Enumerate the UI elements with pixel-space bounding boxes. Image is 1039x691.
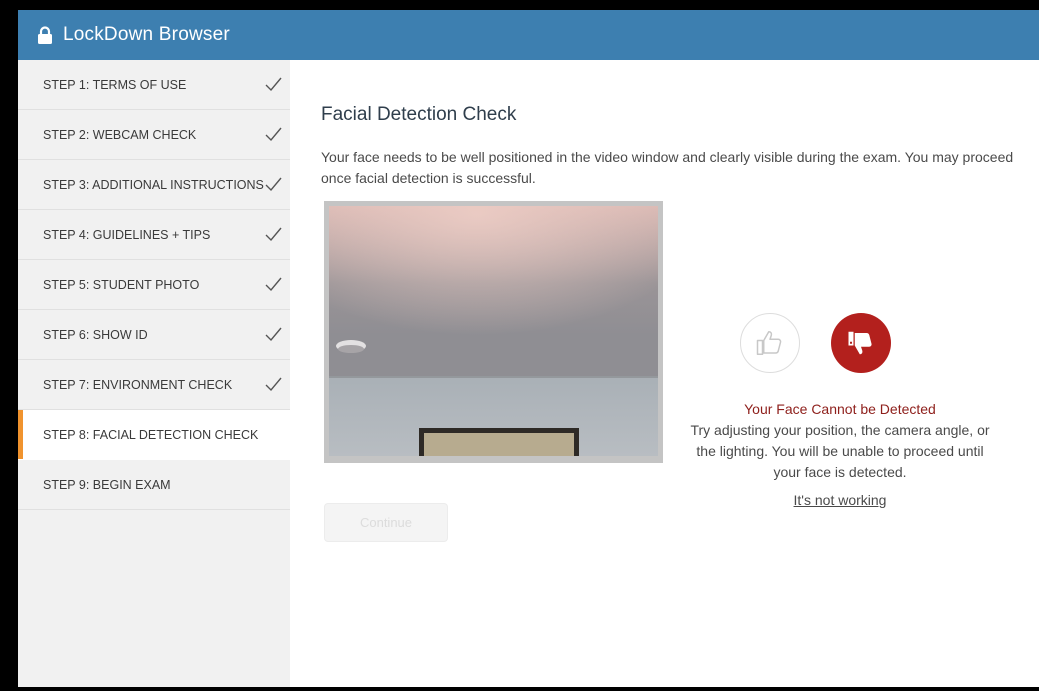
sidebar-item-environment-check[interactable]: STEP 7: ENVIRONMENT CHECK [18,360,290,410]
lockdown-browser-window: LockDown Browser STEP 1: TERMS OF USE ST… [18,10,1039,687]
page-title: Facial Detection Check [321,104,517,125]
sidebar-item-begin-exam[interactable]: STEP 9: BEGIN EXAM [18,460,290,510]
sidebar-item-webcam-check[interactable]: STEP 2: WEBCAM CHECK [18,110,290,160]
title-bar: LockDown Browser [18,10,1039,60]
webcam-video-frame [324,201,663,463]
sidebar-item-label: STEP 1: TERMS OF USE [43,77,187,92]
sidebar-item-student-photo[interactable]: STEP 5: STUDENT PHOTO [18,260,290,310]
continue-button[interactable]: Continue [324,503,448,542]
sidebar-item-guidelines-tips[interactable]: STEP 4: GUIDELINES + TIPS [18,210,290,260]
detection-status-message: Try adjusting your position, the camera … [690,422,990,480]
checkmark-icon [265,177,282,192]
sidebar-item-label: STEP 3: ADDITIONAL INSTRUCTIONS [43,177,264,192]
sidebar-item-label: STEP 7: ENVIRONMENT CHECK [43,377,233,392]
sidebar-item-terms-of-use[interactable]: STEP 1: TERMS OF USE [18,60,290,110]
app-title: LockDown Browser [63,24,230,45]
sidebar-item-label: STEP 8: FACIAL DETECTION CHECK [43,427,259,442]
checkmark-icon [265,277,282,292]
sidebar-item-additional-instructions[interactable]: STEP 3: ADDITIONAL INSTRUCTIONS [18,160,290,210]
thumbs-up-button [740,313,800,373]
thumbs-up-icon [756,331,782,355]
thumbs-down-icon [848,331,872,355]
checkmark-icon [265,127,282,142]
sidebar-item-label: STEP 4: GUIDELINES + TIPS [43,227,211,242]
checkmark-icon [265,327,282,342]
sidebar-item-facial-detection-check[interactable]: STEP 8: FACIAL DETECTION CHECK [18,410,290,460]
detection-status-title: Your Face Cannot be Detected [744,401,936,417]
webcam-feed-image [329,206,658,458]
main-panel: Facial Detection Check Your face needs t… [290,60,1039,687]
checkmark-icon [265,77,282,92]
checkmark-icon [265,227,282,242]
sidebar-item-label: STEP 9: BEGIN EXAM [43,477,171,492]
its-not-working-link[interactable]: It's not working [675,492,1005,508]
sidebar-item-label: STEP 6: SHOW ID [43,327,148,342]
lock-icon [38,26,52,44]
steps-sidebar: STEP 1: TERMS OF USE STEP 2: WEBCAM CHEC… [18,60,290,687]
sidebar-item-label: STEP 5: STUDENT PHOTO [43,277,200,292]
checkmark-icon [265,377,282,392]
sidebar-item-label: STEP 2: WEBCAM CHECK [43,127,197,142]
thumbs-down-indicator [831,313,891,373]
sidebar-item-show-id[interactable]: STEP 6: SHOW ID [18,310,290,360]
instructions-text: Your face needs to be well positioned in… [321,149,1014,186]
